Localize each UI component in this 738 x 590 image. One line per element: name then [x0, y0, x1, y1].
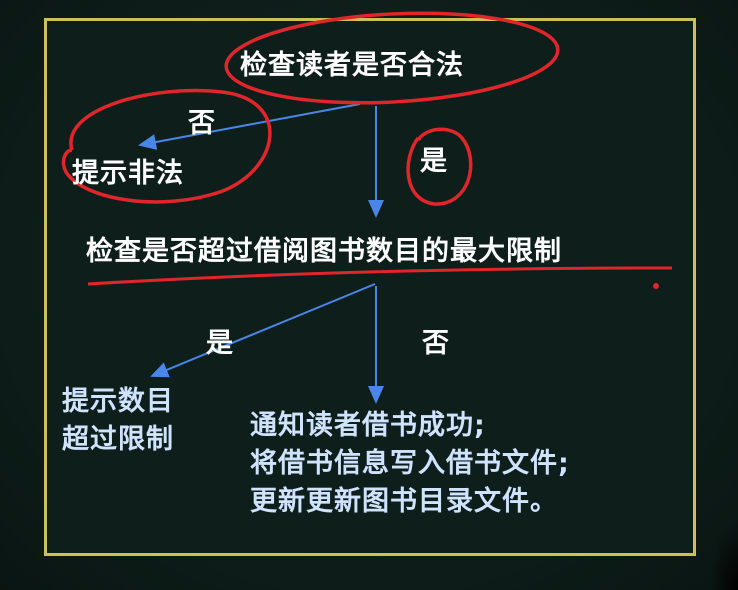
arrow-to-over-limit — [150, 283, 376, 378]
corner-shadow — [710, 520, 738, 590]
arrow-to-illegal — [138, 103, 361, 150]
no-label-2: 否 — [422, 328, 450, 359]
success-line2: 将借书信息写入借书文件; — [250, 448, 570, 479]
red-dot — [653, 283, 659, 289]
success-line1: 通知读者借书成功; — [250, 410, 486, 441]
illegal-prompt-node: 提示非法 — [72, 158, 184, 189]
success-line3: 更新更新图书目录文件。 — [250, 486, 558, 517]
yes-label-2: 是 — [206, 328, 234, 359]
no-label-1: 否 — [188, 108, 216, 139]
over-limit-line2: 超过限制 — [62, 424, 174, 455]
underline-check-limit — [87, 266, 673, 286]
over-limit-line1: 提示数目 — [62, 386, 174, 417]
yes-label-1: 是 — [420, 146, 448, 177]
check-limit-node: 检查是否超过借阅图书数目的最大限制 — [86, 236, 562, 267]
check-reader-node: 检查读者是否合法 — [240, 50, 464, 81]
